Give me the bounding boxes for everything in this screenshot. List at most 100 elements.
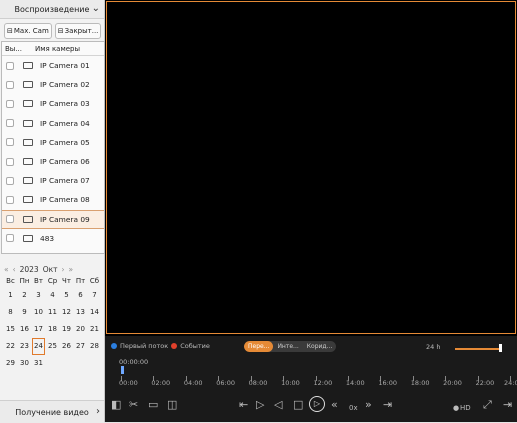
legend-label: Событие [180,342,210,350]
timeline-zoom-slider[interactable] [455,348,502,350]
calendar-day[interactable]: 27 [74,338,87,355]
calendar-day[interactable]: 28 [88,338,101,355]
col-select-header[interactable]: Вы... [2,45,35,53]
camera-checkbox[interactable] [6,158,14,166]
chevron-down-icon[interactable]: ⌄ [92,3,100,14]
get-video-header[interactable]: Получение видео › [0,400,104,423]
calendar-day[interactable]: 23 [18,338,31,355]
calendar-day[interactable]: 2 [18,287,31,304]
timeline-ruler[interactable]: 00:0002:0004:0006:0008:0010:0012:0014:00… [105,368,517,390]
calendar-day[interactable]: 22 [4,338,17,355]
col-name-header[interactable]: Имя камеры [35,45,80,53]
timeline-zoom-handle[interactable] [499,344,502,352]
video-viewport[interactable] [105,0,517,336]
max-cam-button[interactable]: ⊟ Max. Cam [4,23,52,39]
camera-table-header: Вы... Имя камеры [2,42,104,56]
timeline-tick-label: 04:00 [184,379,203,387]
calendar-day[interactable]: 8 [4,304,17,321]
fast-forward-icon[interactable]: » [365,399,372,411]
calendar-day[interactable]: 16 [18,321,31,338]
calendar-day[interactable]: 21 [88,321,101,338]
camera-checkbox[interactable] [6,119,14,127]
calendar-day[interactable]: 26 [60,338,73,355]
playback-header[interactable]: Воспроизведение ⌄ [0,0,104,19]
calendar-day[interactable]: 29 [4,355,17,372]
calendar-day[interactable]: 3 [32,287,45,304]
camera-checkbox[interactable] [6,138,14,146]
calendar-day[interactable]: 7 [88,287,101,304]
snapshot-icon[interactable]: ◫ [167,399,177,411]
calendar-day[interactable]: 5 [60,287,73,304]
calendar-day[interactable]: 14 [88,304,101,321]
camera-row[interactable]: IP Camera 07 [2,171,104,190]
calendar-year[interactable]: 2023 [20,265,39,274]
fullscreen-icon[interactable]: ⤢ [483,399,492,411]
calendar-nav: « ‹ 2023 Окт › » [0,262,104,276]
quality-label[interactable]: HD [460,402,471,414]
camera-row[interactable]: 483 [2,229,104,248]
play-button[interactable]: ▷ [309,396,325,412]
camera-checkbox[interactable] [6,196,14,204]
calendar-day [74,355,87,372]
calendar-day[interactable]: 20 [74,321,87,338]
next-month-button[interactable]: › [62,265,65,274]
camera-checkbox[interactable] [6,177,14,185]
camera-checkbox[interactable] [6,100,14,108]
split-view-icon[interactable]: ◧ [111,399,121,411]
prev-year-button[interactable]: « [4,265,9,274]
timeline: Первый потокСобытие Пере...Инте...Корид.… [105,336,517,390]
camera-row[interactable]: IP Camera 05 [2,133,104,152]
timeline-mode-tab[interactable]: Инте... [273,341,302,352]
camera-row[interactable]: IP Camera 04 [2,114,104,133]
chevron-right-icon[interactable]: › [96,406,100,417]
timeline-mode-tab[interactable]: Корид... [303,341,337,352]
calendar-day-selected[interactable]: 24 [32,338,45,355]
prev-month-button[interactable]: ‹ [13,265,16,274]
weekday-label: Пт [74,276,87,287]
calendar-day[interactable]: 11 [46,304,59,321]
close-all-button[interactable]: ⊟ Закрыт... [55,23,102,39]
camera-row[interactable]: IPC1_SVI-S483VM [2,248,104,254]
step-back-icon[interactable]: ▷ [256,399,264,411]
camera-checkbox[interactable] [6,234,14,242]
exit-icon[interactable]: ⇥ [503,399,512,411]
camera-row[interactable]: IP Camera 01 [2,56,104,75]
calendar-day[interactable]: 31 [32,355,45,372]
slow-icon[interactable]: « [331,399,338,411]
calendar-day[interactable]: 15 [4,321,17,338]
calendar-day[interactable]: 4 [46,287,59,304]
reverse-icon[interactable]: ◁ [274,399,282,411]
quality-icon[interactable]: ● [453,402,459,414]
calendar-month[interactable]: Окт [43,265,58,274]
calendar-day[interactable]: 17 [32,321,45,338]
next-year-button[interactable]: » [69,265,74,274]
weekday-label: Сб [88,276,101,287]
calendar-day[interactable]: 1 [4,287,17,304]
stop-icon[interactable]: □ [293,399,303,411]
camera-row[interactable]: IP Camera 03 [2,94,104,113]
calendar-day[interactable]: 10 [32,304,45,321]
camera-checkbox[interactable] [6,62,14,70]
timeline-mode-tab[interactable]: Пере... [244,341,273,352]
calendar-day[interactable]: 30 [18,355,31,372]
calendar-day[interactable]: 12 [60,304,73,321]
camera-row[interactable]: IP Camera 02 [2,75,104,94]
calendar-day[interactable]: 13 [74,304,87,321]
calendar-day[interactable]: 25 [46,338,59,355]
calendar-day[interactable]: 9 [18,304,31,321]
camera-checkbox[interactable] [6,253,14,254]
calendar-day[interactable]: 19 [60,321,73,338]
camera-row[interactable]: IP Camera 08 [2,190,104,209]
camera-checkbox[interactable] [6,81,14,89]
camera-checkbox[interactable] [6,215,14,223]
scissors-icon[interactable]: ✂ [129,399,138,411]
camera-icon [23,196,33,203]
prev-frame-icon[interactable]: ⇤ [239,399,248,411]
folder-icon[interactable]: ▭ [148,399,158,411]
calendar-day[interactable]: 18 [46,321,59,338]
next-frame-icon[interactable]: ⇥ [383,399,392,411]
calendar-day[interactable]: 6 [74,287,87,304]
camera-row[interactable]: IP Camera 06 [2,152,104,171]
timeline-tick-label: 20:00 [443,379,462,387]
camera-row[interactable]: IP Camera 09 [2,210,104,229]
